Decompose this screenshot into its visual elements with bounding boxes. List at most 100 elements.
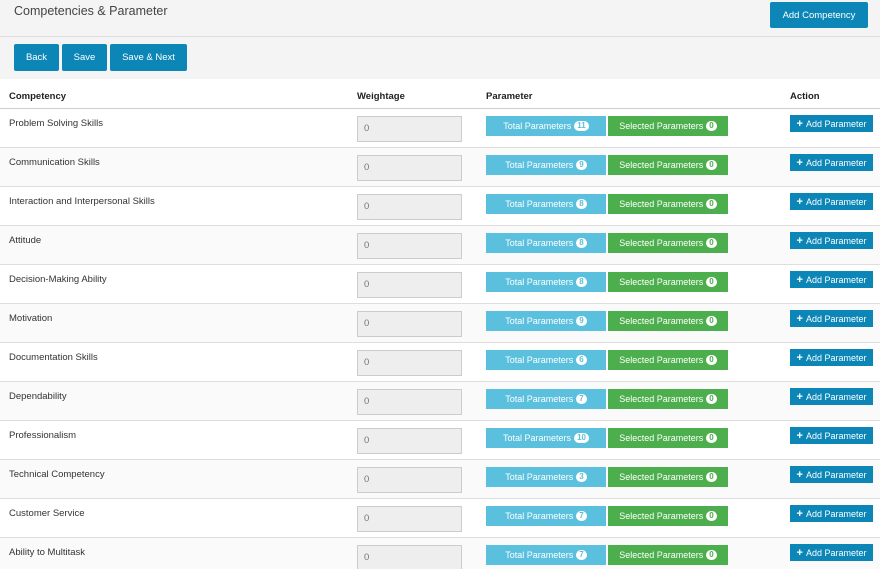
selected-parameters-button[interactable]: Selected Parameters 0 — [608, 506, 728, 526]
selected-parameters-button[interactable]: Selected Parameters 0 — [608, 155, 728, 175]
weightage-input[interactable]: 0 — [357, 545, 462, 569]
add-parameter-button[interactable]: + Add Parameter — [790, 427, 873, 444]
add-parameter-button[interactable]: + Add Parameter — [790, 544, 873, 561]
plus-icon: + — [796, 195, 803, 208]
table-row: Dependability 0 Total Parameters 7 Selected … — [0, 382, 880, 421]
column-header-competency: Competency — [9, 91, 67, 102]
weightage-input[interactable]: 0 — [357, 233, 462, 259]
selected-parameters-button[interactable]: Selected Parameters 0 — [608, 233, 728, 253]
weightage-input[interactable]: 0 — [357, 350, 462, 376]
add-parameter-label: Add Parameter — [805, 469, 867, 480]
total-parameters-button[interactable]: Total Parameters 7 — [486, 545, 606, 565]
selected-parameters-button[interactable]: Selected Parameters 0 — [608, 116, 728, 136]
table-row: Interaction and Interpersonal Skills 0 Tot… — [0, 187, 880, 226]
selected-parameters-label: Selected Parameters — [619, 121, 704, 131]
total-parameters-label: Total Parameters — [505, 238, 574, 248]
total-parameters-button[interactable]: Total Parameters 11 — [486, 116, 606, 136]
table-row: Motivation 0 Total Parameters 9 Selected Par… — [0, 304, 880, 343]
selected-parameters-button[interactable]: Selected Parameters 0 — [608, 311, 728, 331]
weightage-input[interactable]: 0 — [357, 272, 462, 298]
weightage-input[interactable]: 0 — [357, 506, 462, 532]
selected-parameters-label: Selected Parameters — [619, 160, 704, 170]
selected-parameters-label: Selected Parameters — [619, 355, 704, 365]
save-next-button[interactable]: Save & Next — [110, 44, 187, 71]
total-count-badge: 8 — [576, 277, 587, 287]
add-parameter-button[interactable]: + Add Parameter — [790, 505, 873, 522]
selected-parameters-button[interactable]: Selected Parameters 0 — [608, 389, 728, 409]
total-parameters-label: Total Parameters — [505, 355, 574, 365]
selected-parameters-button[interactable]: Selected Parameters 0 — [608, 428, 728, 448]
weightage-input[interactable]: 0 — [357, 389, 462, 415]
selected-count-badge: 0 — [706, 277, 717, 287]
total-parameters-label: Total Parameters — [503, 121, 572, 131]
table-row: Technical Competency 0 Total Parameters 3 Se… — [0, 460, 880, 499]
add-parameter-button[interactable]: + Add Parameter — [790, 310, 873, 327]
competency-name: Problem Solving Skills — [9, 118, 103, 129]
add-parameter-button[interactable]: + Add Parameter — [790, 349, 873, 366]
plus-icon: + — [796, 312, 803, 325]
selected-count-badge: 0 — [706, 160, 717, 170]
table-row: Decision-Making Ability 0 Total Parameters… — [0, 265, 880, 304]
weightage-input[interactable]: 0 — [357, 155, 462, 181]
back-button[interactable]: Back — [14, 44, 59, 71]
selected-count-badge: 0 — [706, 238, 717, 248]
save-button[interactable]: Save — [62, 44, 107, 71]
total-parameters-button[interactable]: Total Parameters 7 — [486, 506, 606, 526]
add-competency-button[interactable]: Add Competency — [770, 2, 868, 28]
add-parameter-button[interactable]: + Add Parameter — [790, 466, 873, 483]
page-header: Competencies & Parameter Add Competency — [0, 0, 880, 37]
selected-parameters-button[interactable]: Selected Parameters 0 — [608, 194, 728, 214]
total-parameters-button[interactable]: Total Parameters 9 — [486, 311, 606, 331]
selected-count-badge: 0 — [706, 433, 717, 443]
total-parameters-button[interactable]: Total Parameters 9 — [486, 155, 606, 175]
plus-icon: + — [796, 429, 803, 442]
add-parameter-label: Add Parameter — [805, 118, 867, 129]
selected-parameters-button[interactable]: Selected Parameters 0 — [608, 467, 728, 487]
add-parameter-label: Add Parameter — [805, 235, 867, 246]
table-header: Competency Weightage Parameter Action — [0, 79, 880, 109]
weightage-input[interactable]: 0 — [357, 116, 462, 142]
total-parameters-button[interactable]: Total Parameters 3 — [486, 467, 606, 487]
total-parameters-label: Total Parameters — [505, 472, 574, 482]
selected-parameters-label: Selected Parameters — [619, 394, 704, 404]
total-parameters-button[interactable]: Total Parameters 6 — [486, 350, 606, 370]
competency-name: Decision-Making Ability — [9, 274, 107, 285]
selected-count-badge: 0 — [706, 394, 717, 404]
selected-count-badge: 0 — [706, 121, 717, 131]
selected-parameters-label: Selected Parameters — [619, 433, 704, 443]
selected-parameters-button[interactable]: Selected Parameters 0 — [608, 350, 728, 370]
selected-parameters-button[interactable]: Selected Parameters 0 — [608, 272, 728, 292]
plus-icon: + — [796, 351, 803, 364]
total-parameters-label: Total Parameters — [503, 433, 572, 443]
total-parameters-button[interactable]: Total Parameters 7 — [486, 389, 606, 409]
add-parameter-label: Add Parameter — [805, 508, 867, 519]
selected-parameters-button[interactable]: Selected Parameters 0 — [608, 545, 728, 565]
plus-icon: + — [796, 507, 803, 520]
add-parameter-button[interactable]: + Add Parameter — [790, 193, 873, 210]
weightage-input[interactable]: 0 — [357, 311, 462, 337]
add-parameter-label: Add Parameter — [805, 157, 867, 168]
plus-icon: + — [796, 390, 803, 403]
add-parameter-button[interactable]: + Add Parameter — [790, 388, 873, 405]
page-title: Competencies & Parameter — [14, 4, 168, 18]
weightage-input[interactable]: 0 — [357, 194, 462, 220]
add-parameter-button[interactable]: + Add Parameter — [790, 271, 873, 288]
add-parameter-button[interactable]: + Add Parameter — [790, 232, 873, 249]
weightage-input[interactable]: 0 — [357, 467, 462, 493]
plus-icon: + — [796, 273, 803, 286]
total-parameters-button[interactable]: Total Parameters 8 — [486, 272, 606, 292]
total-parameters-button[interactable]: Total Parameters 10 — [486, 428, 606, 448]
table-row: Customer Service 0 Total Parameters 7 Select… — [0, 499, 880, 538]
weightage-input[interactable]: 0 — [357, 428, 462, 454]
total-count-badge: 9 — [576, 316, 587, 326]
column-header-parameter: Parameter — [486, 91, 533, 102]
selected-parameters-label: Selected Parameters — [619, 238, 704, 248]
total-parameters-label: Total Parameters — [505, 160, 574, 170]
total-parameters-button[interactable]: Total Parameters 8 — [486, 233, 606, 253]
plus-icon: + — [796, 468, 803, 481]
add-parameter-button[interactable]: + Add Parameter — [790, 115, 873, 132]
total-parameters-label: Total Parameters — [505, 316, 574, 326]
competency-name: Motivation — [9, 313, 53, 324]
total-parameters-button[interactable]: Total Parameters 8 — [486, 194, 606, 214]
add-parameter-button[interactable]: + Add Parameter — [790, 154, 873, 171]
